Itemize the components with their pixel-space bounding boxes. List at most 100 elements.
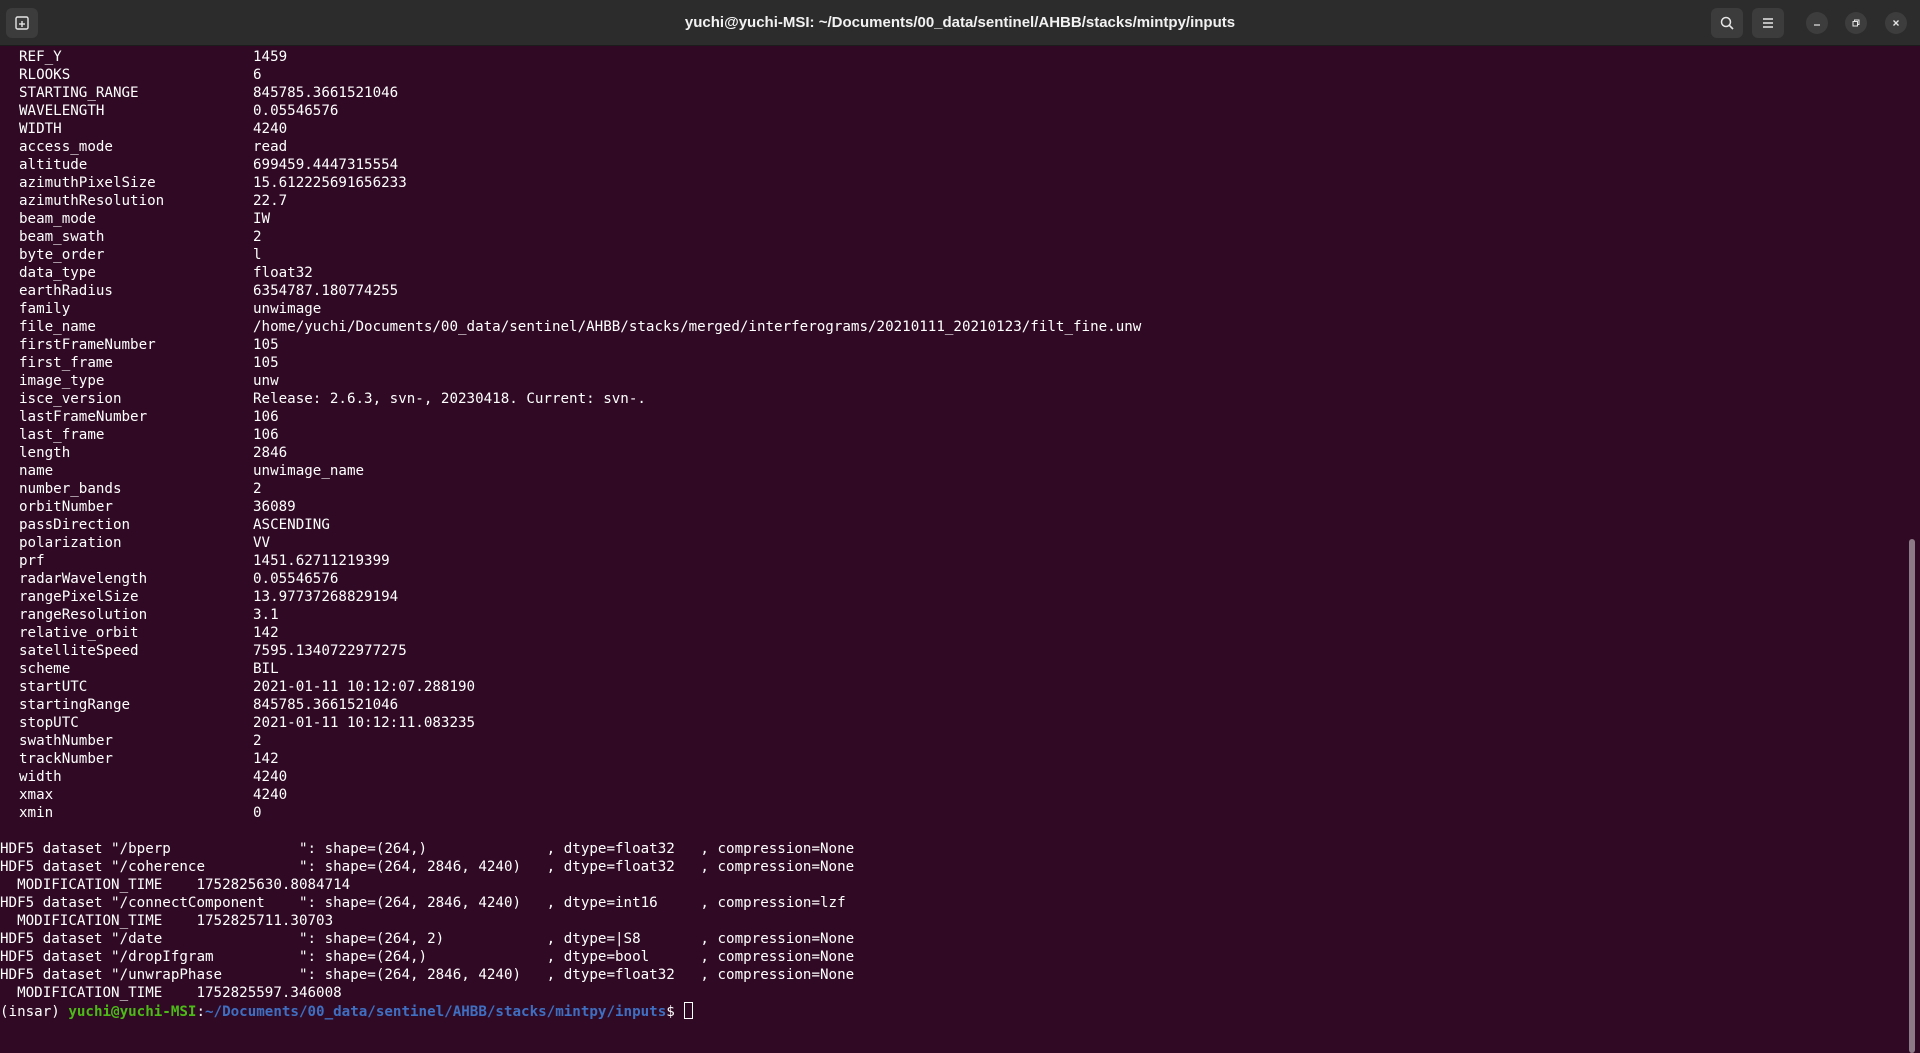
attribute-key: rangePixelSize xyxy=(19,589,139,605)
attribute-value: ASCENDING xyxy=(253,517,330,533)
attribute-row: byte_order l xyxy=(0,246,1904,264)
attribute-row: swathNumber 2 xyxy=(0,732,1904,750)
attribute-key: REF_Y xyxy=(19,49,62,65)
attribute-row: xmax 4240 xyxy=(0,786,1904,804)
text-cursor[interactable] xyxy=(684,1002,694,1019)
modification-time-line: MODIFICATION_TIME 1752825597.346008 xyxy=(0,985,342,1001)
attribute-row: family unwimage xyxy=(0,300,1904,318)
hamburger-menu-icon xyxy=(1763,18,1773,28)
hdf5-dataset-line: HDF5 dataset "/date ": shape=(264, 2) , … xyxy=(0,931,855,947)
attribute-key: azimuthPixelSize xyxy=(19,175,156,191)
hdf5-dataset-line: HDF5 dataset "/connectComponent ": shape… xyxy=(0,895,846,911)
attribute-value: unwimage xyxy=(253,301,322,317)
attribute-row: firstFrameNumber 105 xyxy=(0,336,1904,354)
hdf5-dataset-line: HDF5 dataset "/coherence ": shape=(264, … xyxy=(0,859,855,875)
menu-button[interactable] xyxy=(1752,8,1784,38)
attribute-value: 106 xyxy=(253,427,279,443)
attribute-key: satelliteSpeed xyxy=(19,643,139,659)
attribute-value: 2 xyxy=(253,733,262,749)
attribute-value: 142 xyxy=(253,625,279,641)
restore-icon xyxy=(1852,19,1860,27)
close-button[interactable] xyxy=(1885,12,1907,34)
attribute-key: polarization xyxy=(19,535,122,551)
attribute-row: startingRange 845785.3661521046 xyxy=(0,696,1904,714)
prompt-user-host: yuchi@yuchi-MSI xyxy=(68,1004,197,1020)
modification-time-line: MODIFICATION_TIME 1752825630.8084714 xyxy=(0,877,351,893)
attribute-key: lastFrameNumber xyxy=(19,409,148,425)
attribute-value: IW xyxy=(253,211,271,227)
attribute-key: STARTING_RANGE xyxy=(19,85,139,101)
attribute-row: rangePixelSize 13.97737268829194 xyxy=(0,588,1904,606)
prompt-path: ~/Documents/00_data/sentinel/AHBB/stacks… xyxy=(205,1004,667,1020)
attribute-key: access_mode xyxy=(19,139,113,155)
scrollbar[interactable] xyxy=(1904,46,1920,1053)
terminal-window: yuchi@yuchi-MSI: ~/Documents/00_data/sen… xyxy=(0,0,1920,1053)
prompt-symbol: $ xyxy=(666,1004,684,1020)
attribute-key: firstFrameNumber xyxy=(19,337,156,353)
attribute-key: name xyxy=(19,463,54,479)
attribute-value: 2 xyxy=(253,229,262,245)
attribute-row: startUTC 2021-01-11 10:12:07.288190 xyxy=(0,678,1904,696)
attribute-value: 36089 xyxy=(253,499,296,515)
attribute-value: Release: 2.6.3, svn-, 20230418. Current:… xyxy=(253,391,646,407)
new-tab-icon xyxy=(15,16,29,30)
attribute-key: family xyxy=(19,301,71,317)
attribute-value: 0 xyxy=(253,805,262,821)
attribute-value: 142 xyxy=(253,751,279,767)
restore-button[interactable] xyxy=(1845,12,1867,34)
attribute-row: azimuthResolution 22.7 xyxy=(0,192,1904,210)
search-icon xyxy=(1720,16,1734,30)
dataset-list: HDF5 dataset "/bperp ": shape=(264,) , d… xyxy=(0,840,1904,1002)
shell-prompt[interactable]: (insar) yuchi@yuchi-MSI:~/Documents/00_d… xyxy=(0,1002,1904,1020)
terminal-output[interactable]: REF_Y 1459 RLOOKS 6 STARTING_RANGE 845785.366… xyxy=(0,46,1904,1053)
attribute-row: isce_version Release: 2.6.3, svn-, 202304… xyxy=(0,390,1904,408)
attribute-key: image_type xyxy=(19,373,105,389)
prompt-separator: : xyxy=(196,1004,206,1020)
attribute-key: beam_swath xyxy=(19,229,105,245)
attribute-value: VV xyxy=(253,535,271,551)
attribute-key: width xyxy=(19,769,62,785)
attribute-value: 845785.3661521046 xyxy=(253,85,399,101)
attribute-key: first_frame xyxy=(19,355,113,371)
attribute-value: 13.97737268829194 xyxy=(253,589,399,605)
attribute-row: number_bands 2 xyxy=(0,480,1904,498)
attribute-row: name unwimage_name xyxy=(0,462,1904,480)
window-title: yuchi@yuchi-MSI: ~/Documents/00_data/sen… xyxy=(684,14,1236,31)
attribute-list: REF_Y 1459 RLOOKS 6 STARTING_RANGE 845785.366… xyxy=(0,48,1904,822)
attribute-key: relative_orbit xyxy=(19,625,139,641)
search-button[interactable] xyxy=(1711,8,1743,38)
attribute-row: last_frame 106 xyxy=(0,426,1904,444)
attribute-row: length 2846 xyxy=(0,444,1904,462)
attribute-row: passDirection ASCENDING xyxy=(0,516,1904,534)
attribute-key: swathNumber xyxy=(19,733,113,749)
attribute-row: WAVELENGTH 0.05546576 xyxy=(0,102,1904,120)
attribute-key: rangeResolution xyxy=(19,607,148,623)
attribute-row: image_type unw xyxy=(0,372,1904,390)
attribute-row: REF_Y 1459 xyxy=(0,48,1904,66)
attribute-value: 105 xyxy=(253,337,279,353)
attribute-row: beam_swath 2 xyxy=(0,228,1904,246)
attribute-value: 6354787.180774255 xyxy=(253,283,399,299)
attribute-value: 106 xyxy=(253,409,279,425)
attribute-value: 0.05546576 xyxy=(253,571,339,587)
attribute-row: altitude 699459.4447315554 xyxy=(0,156,1904,174)
attribute-key: file_name xyxy=(19,319,96,335)
attribute-row: orbitNumber 36089 xyxy=(0,498,1904,516)
attribute-row: rangeResolution 3.1 xyxy=(0,606,1904,624)
minimize-button[interactable] xyxy=(1806,12,1828,34)
scrollbar-thumb[interactable] xyxy=(1909,539,1915,1053)
attribute-value: read xyxy=(253,139,288,155)
attribute-value: 7595.1340722977275 xyxy=(253,643,407,659)
attribute-key: WAVELENGTH xyxy=(19,103,105,119)
attribute-value: 1451.62711219399 xyxy=(253,553,390,569)
attribute-key: WIDTH xyxy=(19,121,62,137)
attribute-row: polarization VV xyxy=(0,534,1904,552)
attribute-key: xmin xyxy=(19,805,54,821)
attribute-row: scheme BIL xyxy=(0,660,1904,678)
minimize-icon xyxy=(1814,24,1820,26)
prompt-env: (insar) xyxy=(0,1004,69,1020)
attribute-value: 22.7 xyxy=(253,193,288,209)
attribute-row: satelliteSpeed 7595.1340722977275 xyxy=(0,642,1904,660)
attribute-key: earthRadius xyxy=(19,283,113,299)
new-tab-button[interactable] xyxy=(6,8,38,38)
